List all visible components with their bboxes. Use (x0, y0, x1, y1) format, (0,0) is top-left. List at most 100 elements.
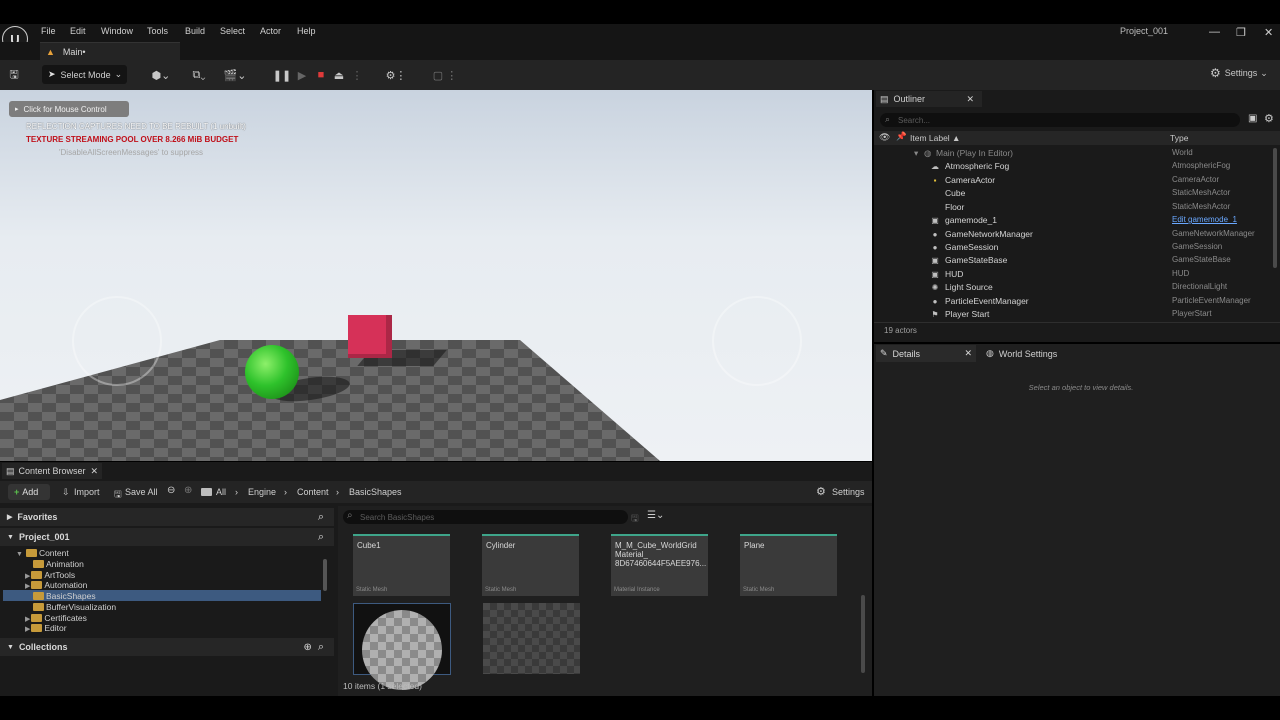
asset-type: Static Mesh (356, 587, 388, 593)
tree-item-content[interactable]: ▼ Content (16, 548, 69, 559)
path-all[interactable]: All (216, 487, 226, 497)
search-icon[interactable]: ⌕ (318, 511, 324, 524)
lock-icon[interactable]: ▢ ⋮ (430, 66, 460, 84)
save-icon[interactable]: 🖫 (6, 66, 22, 84)
path-engine[interactable]: Engine (248, 487, 276, 497)
asset-scrollbar[interactable] (861, 595, 865, 673)
row-label: HUD (945, 269, 964, 279)
menu-actor[interactable]: Actor (260, 26, 281, 36)
more-options-icon[interactable]: ⋮ (352, 66, 363, 84)
outliner-row[interactable]: ● ParticleEventManager ParticleEventManage… (874, 296, 1274, 309)
add-button[interactable]: + Add (8, 484, 50, 500)
row-label: GameStateBase (945, 255, 1008, 265)
maximize-icon[interactable]: ❐ (1236, 26, 1246, 39)
asset-tile[interactable]: M_M_Cube_WorldGrid Material_ 8D67460644F… (611, 534, 708, 596)
level-viewport[interactable] (0, 90, 872, 461)
forward-icon[interactable]: ⊕ (184, 485, 192, 496)
tree-item-editor[interactable]: ▶ Editor (25, 623, 67, 634)
column-item-label[interactable]: Item Label ▲ (910, 133, 960, 143)
select-mode-dropdown[interactable]: ➤ Select Mode ⌄ (42, 65, 127, 84)
outliner-row[interactable]: ⚑ Player Start PlayerStart (874, 309, 1274, 322)
menu-help[interactable]: Help (297, 26, 316, 36)
details-tab-label: Details (892, 348, 921, 359)
tab-outliner[interactable]: ▤ Outliner ✕ (876, 91, 982, 107)
mouse-control-button[interactable]: ▸ Click for Mouse Control (9, 101, 129, 117)
outliner-scrollbar[interactable] (1273, 148, 1277, 268)
outliner-row[interactable]: ▣ HUD HUD (874, 269, 1274, 282)
folder-add-icon[interactable]: ▣ (1248, 113, 1257, 124)
search-icon[interactable]: ⌕ (318, 531, 324, 544)
close-tab-icon[interactable]: ✕ (90, 466, 98, 477)
close-tab-icon[interactable]: ✕ (964, 348, 972, 359)
path-content[interactable]: Content (297, 487, 329, 497)
filter-icon[interactable]: ☰⌄ (647, 510, 664, 521)
outliner-row[interactable]: Floor StaticMeshActor (874, 202, 1274, 215)
expand-arrow-icon[interactable]: ▾ (914, 148, 918, 159)
minimize-icon[interactable]: — (1209, 26, 1220, 38)
outliner-row[interactable]: Cube StaticMeshActor (874, 188, 1274, 201)
edit-gamemode-link[interactable]: Edit gamemode_1 (1172, 215, 1237, 224)
save-all-button[interactable]: Save All (125, 487, 158, 497)
folder-icon (31, 571, 43, 579)
outliner-row[interactable]: ▣ gamemode_1 Edit gamemode_1 (874, 215, 1274, 228)
import-button[interactable]: Import (74, 487, 100, 497)
outliner-search-input[interactable]: Search... (880, 113, 1240, 127)
play-icon[interactable]: ▶ (295, 66, 309, 84)
menu-edit[interactable]: Edit (70, 26, 86, 36)
outliner-row[interactable]: ● GameSession GameSession (874, 242, 1274, 255)
pause-icon[interactable]: ❚❚ (273, 66, 291, 84)
row-type: StaticMeshActor (1172, 202, 1231, 211)
asset-tile[interactable]: Plane Static Mesh (740, 534, 837, 596)
visibility-icon[interactable]: 👁 (879, 132, 890, 143)
right-touch-joystick[interactable] (712, 296, 802, 386)
eject-icon[interactable]: ⏏ (332, 66, 346, 84)
add-actor-icon[interactable]: ⬢⌄ (148, 66, 174, 84)
menu-file[interactable]: File (41, 26, 56, 36)
search-icon[interactable]: ⌕ (318, 641, 324, 654)
asset-tile[interactable]: Cylinder Static Mesh (482, 534, 579, 596)
save-search-icon[interactable]: 🖫 (631, 511, 639, 527)
asset-search-input[interactable]: Search BasicShapes (343, 510, 628, 524)
menu-build[interactable]: Build (185, 26, 205, 36)
asset-type: Static Mesh (485, 587, 517, 593)
stop-icon[interactable]: ■ (315, 66, 327, 84)
outliner-row[interactable]: ▣ GameStateBase GameStateBase (874, 255, 1274, 268)
favorites-header[interactable]: ▶ Favorites ⌕ (0, 508, 334, 526)
back-icon[interactable]: ⊖ (167, 485, 175, 496)
add-collection-icon[interactable]: ⊕ (303, 642, 311, 653)
path-basicshapes[interactable]: BasicShapes (349, 487, 402, 497)
platforms-icon[interactable]: ⚙⋮ (386, 66, 407, 84)
outliner-root-row[interactable]: ▾ ◍ Main (Play In Editor) World (874, 148, 1274, 161)
menu-window[interactable]: Window (101, 26, 133, 36)
cb-settings-button[interactable]: Settings (832, 487, 865, 497)
tab-main[interactable]: ▲ Main• (40, 42, 180, 60)
outliner-row[interactable]: ✺ Light Source DirectionalLight (874, 282, 1274, 295)
close-tab-icon[interactable]: ✕ (966, 94, 974, 105)
tab-details[interactable]: ✎ Details ✕ (876, 345, 976, 362)
menu-select[interactable]: Select (220, 26, 245, 36)
tab-content-browser[interactable]: ▤ Content Browser ✕ (2, 463, 102, 479)
tree-item-basicshapes[interactable]: BasicShapes (33, 591, 96, 602)
close-icon[interactable]: ✕ (1264, 26, 1273, 39)
outliner-row[interactable]: ☁ Atmospheric Fog AtmosphericFog (874, 161, 1274, 174)
asset-thumbnail-sphere[interactable] (353, 603, 451, 690)
outliner-row[interactable]: ● GameNetworkManager GameNetworkManager (874, 229, 1274, 242)
tree-item-animation[interactable]: Animation (33, 559, 84, 570)
asset-tile[interactable]: Cube1 Static Mesh (353, 534, 450, 596)
pin-icon[interactable]: 📌 (896, 131, 907, 142)
left-touch-joystick[interactable] (72, 296, 162, 386)
collections-header[interactable]: ▼ Collections ⊕ ⌕ (0, 638, 334, 656)
blueprint-icon[interactable]: ⧉⌄ (186, 66, 212, 84)
outliner-row[interactable]: ▪ CameraActor CameraActor (874, 175, 1274, 188)
toolbar-settings-button[interactable]: ⚙ Settings ⌄ (1210, 66, 1268, 80)
outliner-header: 👁 📌 Item Label ▲ Type (874, 131, 1280, 145)
cinematics-icon[interactable]: 🎬⌄ (222, 66, 248, 84)
asset-thumbnail-checker[interactable] (483, 603, 580, 674)
tree-item-buffervisualization[interactable]: BufferVisualization (33, 602, 116, 613)
outliner-settings-icon[interactable]: ⚙ (1264, 112, 1274, 125)
tree-scrollbar[interactable] (323, 559, 327, 591)
project-header[interactable]: ▼ Project_001 ⌕ (0, 528, 334, 546)
tab-world-settings[interactable]: ◍ World Settings (986, 348, 1057, 359)
column-type[interactable]: Type (1170, 133, 1188, 143)
menu-tools[interactable]: Tools (147, 26, 168, 36)
